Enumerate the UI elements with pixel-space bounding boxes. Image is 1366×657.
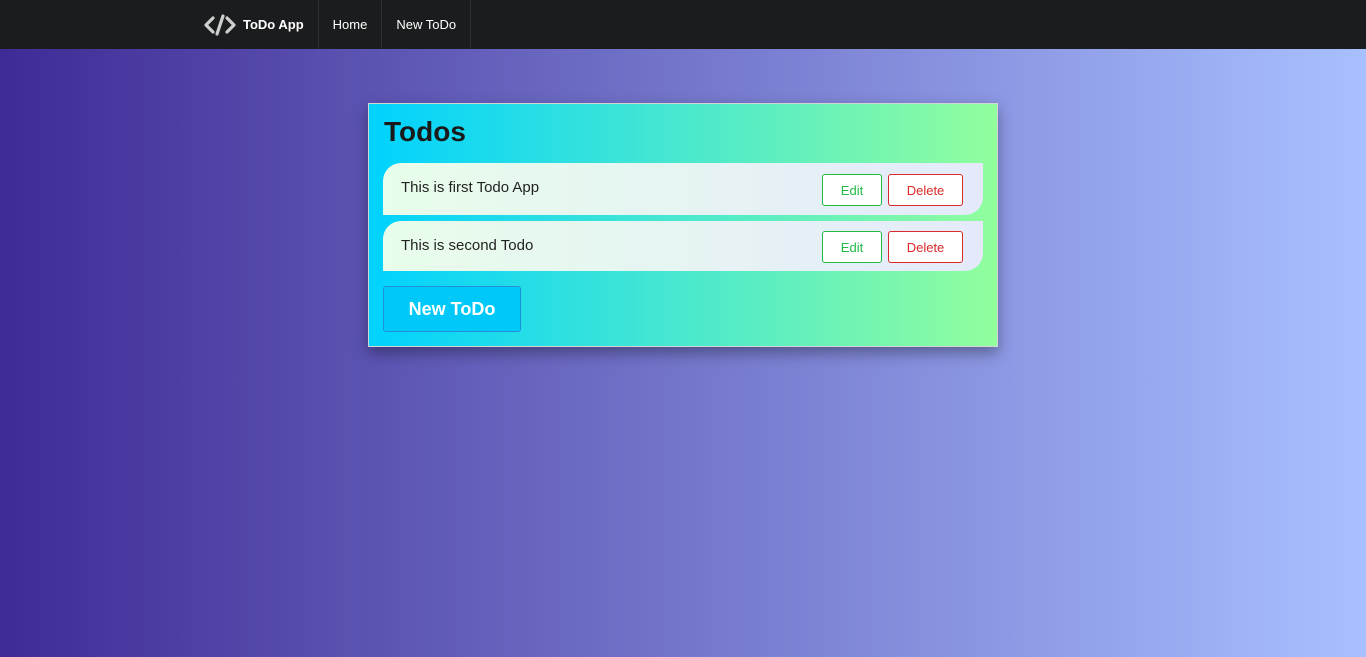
todo-text: This is second Todo	[401, 237, 534, 254]
todos-card: Todos This is first Todo App Edit Delete…	[368, 103, 998, 347]
new-todo-button[interactable]: New ToDo	[383, 286, 521, 332]
brand-label: ToDo App	[243, 17, 304, 32]
edit-button[interactable]: Edit	[822, 231, 882, 263]
brand-link[interactable]: ToDo App	[190, 0, 319, 49]
navbar-menu: ToDo App Home New ToDo	[190, 0, 472, 49]
delete-button[interactable]: Delete	[888, 231, 963, 263]
edit-button[interactable]: Edit	[822, 174, 882, 206]
nav-item-new-todo-label: New ToDo	[396, 17, 457, 32]
code-icon	[204, 13, 236, 36]
delete-button[interactable]: Delete	[888, 174, 963, 206]
nav-item-home[interactable]: Home	[319, 0, 383, 49]
nav-item-new-todo[interactable]: New ToDo	[382, 0, 472, 49]
todo-item: This is second Todo Edit Delete	[383, 221, 983, 271]
nav-item-home-label: Home	[332, 17, 368, 32]
todo-text: This is first Todo App	[401, 179, 540, 196]
todo-item: This is first Todo App Edit Delete	[383, 163, 983, 215]
card-title: Todos	[384, 116, 466, 147]
top-navbar: ToDo App Home New ToDo	[0, 0, 1366, 49]
